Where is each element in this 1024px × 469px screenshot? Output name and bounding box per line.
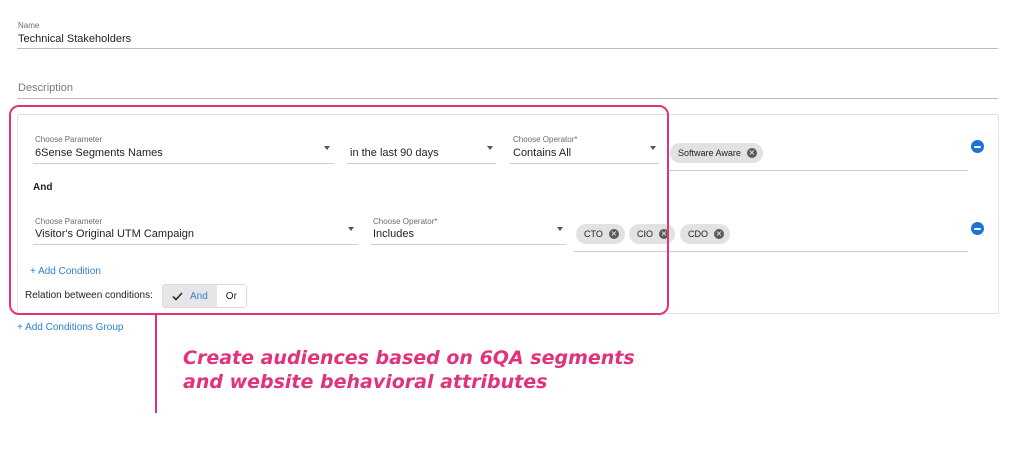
value-chip[interactable]: CDO ×	[680, 224, 730, 244]
name-underline	[17, 48, 998, 49]
add-conditions-group-link[interactable]: + Add Conditions Group	[17, 322, 123, 333]
callout-line-2: and website behavioral attributes	[183, 371, 548, 393]
callout-line-1: Create audiences based on 6QA segments	[183, 347, 635, 369]
name-label: Name	[18, 21, 40, 30]
callout-text: Create audiences based on 6QA segments a…	[183, 346, 635, 394]
description-underline	[17, 98, 998, 99]
close-icon[interactable]: ×	[746, 148, 757, 158]
callout-connector-line	[155, 315, 157, 413]
name-input[interactable]: Technical Stakeholders	[18, 33, 131, 45]
close-icon[interactable]: ×	[714, 229, 724, 239]
description-input[interactable]: Description	[18, 82, 73, 94]
chip-label: Software Aware	[678, 148, 741, 158]
minus-icon	[974, 227, 981, 230]
highlight-frame	[9, 105, 669, 315]
minus-icon	[974, 145, 981, 148]
remove-condition-button[interactable]	[971, 222, 984, 235]
remove-condition-button[interactable]	[971, 140, 984, 153]
chip-label: CDO	[688, 229, 708, 239]
condition1-values-underline	[668, 170, 968, 171]
value-chip[interactable]: Software Aware ×	[670, 143, 763, 163]
